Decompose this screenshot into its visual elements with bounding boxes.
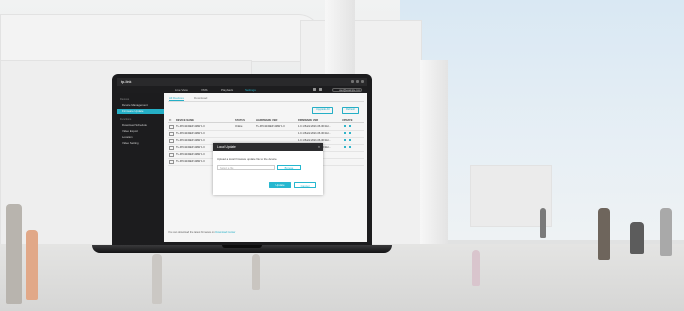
person-silhouette (660, 208, 672, 256)
update-button[interactable]: Update (269, 182, 291, 188)
browse-button[interactable]: Browse (277, 165, 301, 170)
person-silhouette (26, 230, 38, 300)
child-silhouette (472, 250, 480, 286)
stroller (630, 222, 644, 254)
dialog-description: Upload a local firmware update file to t… (217, 157, 278, 161)
app-window: tp-link Live View VMS Playback Settings … (117, 78, 367, 242)
dialog-header: Local Update × (213, 143, 323, 151)
laptop-notch (222, 245, 262, 248)
cancel-button[interactable]: Cancel (294, 182, 316, 188)
person-silhouette (252, 254, 260, 290)
person-silhouette (152, 254, 162, 304)
person-silhouette (540, 208, 546, 238)
file-path-input[interactable]: Select a file (217, 165, 275, 170)
dialog-title: Local Update (217, 145, 236, 149)
plaza-ground (0, 244, 684, 311)
local-update-dialog: Local Update × Upload a local firmware u… (213, 143, 323, 195)
column (420, 60, 448, 250)
person-silhouette (6, 204, 22, 304)
close-icon[interactable]: × (318, 145, 320, 149)
person-silhouette (598, 208, 610, 260)
building-roof (0, 14, 322, 62)
